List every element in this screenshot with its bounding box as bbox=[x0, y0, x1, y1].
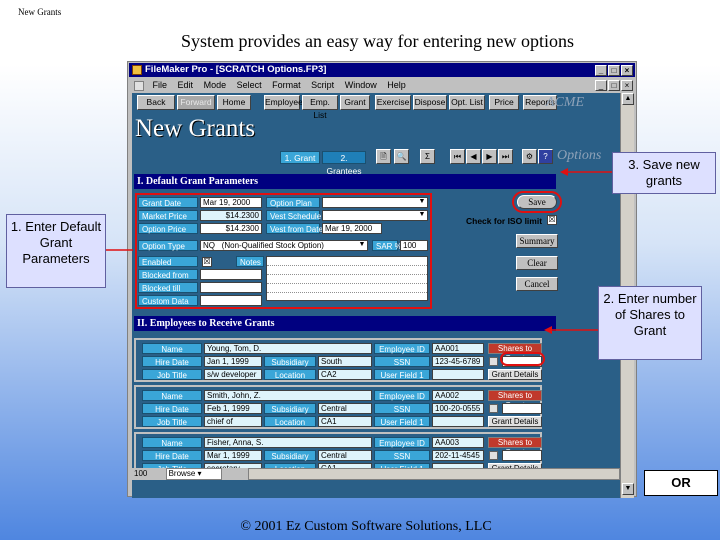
slide-footer: © 2001 Ez Custom Software Solutions, LLC bbox=[240, 519, 492, 534]
callout-arrows bbox=[106, 168, 612, 334]
arrowhead-save bbox=[560, 168, 568, 176]
arrowhead-shares bbox=[544, 326, 552, 334]
